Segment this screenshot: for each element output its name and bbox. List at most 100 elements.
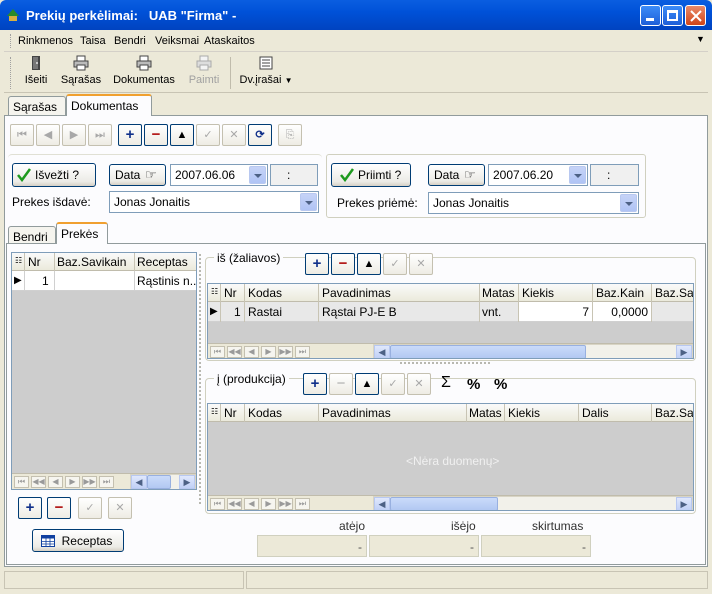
post-recipe-button[interactable]: ✓ <box>78 497 102 519</box>
prev-record-button[interactable]: ◀ <box>244 346 259 358</box>
first-record-button[interactable]: ⏮ <box>10 124 34 146</box>
next-record-button[interactable]: ▶ <box>261 498 276 510</box>
table-row[interactable]: ▶ 1 Rąstinis n... <box>12 271 196 291</box>
recipe-grid[interactable]: ☷ Nr Baz.Savikain Receptas ▶ 1 Rąstinis … <box>11 252 197 490</box>
receiver-date-button[interactable]: Data ☞ <box>428 164 485 186</box>
add-raw-button[interactable]: + <box>305 253 329 275</box>
last-record-button[interactable]: ⏭ <box>88 124 112 146</box>
remove-raw-button[interactable]: − <box>331 253 355 275</box>
vertical-splitter[interactable] <box>199 254 203 504</box>
receiver-date-picker[interactable]: 2007.06.20 <box>488 164 588 186</box>
refresh-button[interactable]: ⟳ <box>248 124 272 146</box>
cancel-product-button[interactable]: ✕ <box>407 373 431 395</box>
edit-raw-button[interactable]: ▲ <box>357 253 381 275</box>
first-record-button[interactable]: ⏮ <box>14 476 29 488</box>
summary-out-label: išėjo <box>451 519 476 533</box>
product-grid-footer: ⏮ ◀◀ ◀ ▶ ▶▶ ⏭ ◀ ▶ <box>208 495 693 510</box>
last-record-button[interactable]: ⏭ <box>295 498 310 510</box>
list-button[interactable]: Sąrašas <box>58 55 104 91</box>
close-button[interactable] <box>685 5 706 26</box>
remove-recipe-button[interactable]: − <box>47 497 71 519</box>
product-hscrollbar[interactable]: ◀ ▶ <box>373 496 693 510</box>
edit-record-button[interactable]: ▲ <box>170 124 194 146</box>
receiver-person-select[interactable]: Jonas Jonaitis <box>428 192 639 214</box>
grid-menu-icon[interactable]: ☷ <box>211 407 218 416</box>
menu-taisa[interactable]: Taisa <box>80 35 106 47</box>
close-icon <box>690 10 702 22</box>
grid-menu-icon[interactable]: ☷ <box>15 256 22 265</box>
grid-menu-icon[interactable]: ☷ <box>211 287 218 296</box>
post-raw-button[interactable]: ✓ <box>383 253 407 275</box>
copy-button[interactable]: ⎘ <box>278 124 302 146</box>
menu-veiksmai[interactable]: Veiksmai <box>155 35 199 47</box>
add-record-button[interactable]: + <box>118 124 142 146</box>
date-dropdown-icon[interactable] <box>249 166 266 184</box>
sum-button[interactable]: Σ <box>441 374 451 392</box>
menu-rinkmenos[interactable]: Rinkmenos <box>18 35 73 47</box>
person-dropdown-icon[interactable] <box>300 193 317 211</box>
next-record-button[interactable]: ▶ <box>261 346 276 358</box>
tab-goods[interactable]: Prekės <box>56 222 108 244</box>
sender-time-field[interactable]: : <box>270 164 318 186</box>
entries-button[interactable]: Dv.įrašai ▼ <box>236 55 296 91</box>
entries-dropdown-icon[interactable]: ▼ <box>285 76 293 85</box>
cancel-recipe-button[interactable]: ✕ <box>108 497 132 519</box>
product-title: į (produkcija) <box>214 372 289 386</box>
edit-product-button[interactable]: ▲ <box>355 373 379 395</box>
prev-record-button[interactable]: ◀ <box>48 476 63 488</box>
send-button[interactable]: Išvežti ? <box>12 163 96 187</box>
prev-page-button[interactable]: ◀◀ <box>227 498 242 510</box>
next-record-button[interactable]: ▶ <box>62 124 86 146</box>
prev-record-button[interactable]: ◀ <box>244 498 259 510</box>
remove-product-button[interactable]: − <box>329 373 353 395</box>
prev-page-button[interactable]: ◀◀ <box>31 476 46 488</box>
sender-date-button[interactable]: Data ☞ <box>109 164 166 186</box>
recipe-button[interactable]: Receptas <box>32 529 124 552</box>
next-page-button[interactable]: ▶▶ <box>278 498 293 510</box>
next-page-button[interactable]: ▶▶ <box>278 346 293 358</box>
exit-button[interactable]: Išeiti <box>18 55 54 91</box>
maximize-button[interactable] <box>662 5 683 26</box>
tab-list[interactable]: Sąrašas <box>8 96 66 116</box>
next-page-button[interactable]: ▶▶ <box>82 476 97 488</box>
post-product-button[interactable]: ✓ <box>381 373 405 395</box>
percent-split-button[interactable]: % <box>494 376 507 393</box>
sender-person-select[interactable]: Jonas Jonaitis <box>109 191 319 213</box>
tab-document[interactable]: Dokumentas <box>66 94 152 116</box>
prev-record-button[interactable]: ◀ <box>36 124 60 146</box>
toolbar-grip <box>10 57 12 89</box>
recipe-hscrollbar[interactable]: ◀ ▶ <box>130 474 196 489</box>
product-grid[interactable]: ☷ Nr Kodas Pavadinimas Matas Kiekis Dali… <box>207 403 694 511</box>
last-record-button[interactable]: ⏭ <box>99 476 114 488</box>
menu-ataskaitos[interactable]: Ataskaitos <box>204 35 255 47</box>
cancel-record-button[interactable]: ✕ <box>222 124 246 146</box>
toolbar: Išeiti Sąrašas Dokumentas Paimti Dv.įraš… <box>4 53 708 93</box>
cancel-raw-button[interactable]: ✕ <box>409 253 433 275</box>
first-record-button[interactable]: ⏮ <box>210 498 225 510</box>
document-button[interactable]: Dokumentas <box>110 55 178 91</box>
sender-date-picker[interactable]: 2007.06.06 <box>170 164 268 186</box>
add-recipe-button[interactable]: + <box>18 497 42 519</box>
horizontal-splitter[interactable] <box>400 362 490 365</box>
receive-button[interactable]: Priimti ? <box>331 163 411 187</box>
title-bar[interactable]: Prekių perkėlimai: UAB "Firma" - <box>0 0 712 30</box>
table-row[interactable]: ▶ 1 Rastai Rąstai PJ-E B vnt. 7 0,0000 <box>208 302 693 322</box>
next-record-button[interactable]: ▶ <box>65 476 80 488</box>
add-product-button[interactable]: + <box>303 373 327 395</box>
summary-in-value: - <box>257 535 367 557</box>
delete-record-button[interactable]: − <box>144 124 168 146</box>
date-dropdown-icon[interactable] <box>569 166 586 184</box>
first-record-button[interactable]: ⏮ <box>210 346 225 358</box>
menu-overflow-icon[interactable]: ▼ <box>696 34 705 44</box>
raw-materials-grid[interactable]: ☷ Nr Kodas Pavadinimas Matas Kiekis Baz.… <box>207 283 694 359</box>
menu-bendri[interactable]: Bendri <box>114 35 146 47</box>
person-dropdown-icon[interactable] <box>620 194 637 212</box>
prev-page-button[interactable]: ◀◀ <box>227 346 242 358</box>
last-record-button[interactable]: ⏭ <box>295 346 310 358</box>
take-button[interactable]: Paimti <box>184 55 224 91</box>
minimize-button[interactable] <box>640 5 661 26</box>
post-record-button[interactable]: ✓ <box>196 124 220 146</box>
receiver-time-field[interactable]: : <box>590 164 639 186</box>
raw-hscrollbar[interactable]: ◀ ▶ <box>373 344 693 358</box>
percent-button[interactable]: % <box>467 376 480 393</box>
